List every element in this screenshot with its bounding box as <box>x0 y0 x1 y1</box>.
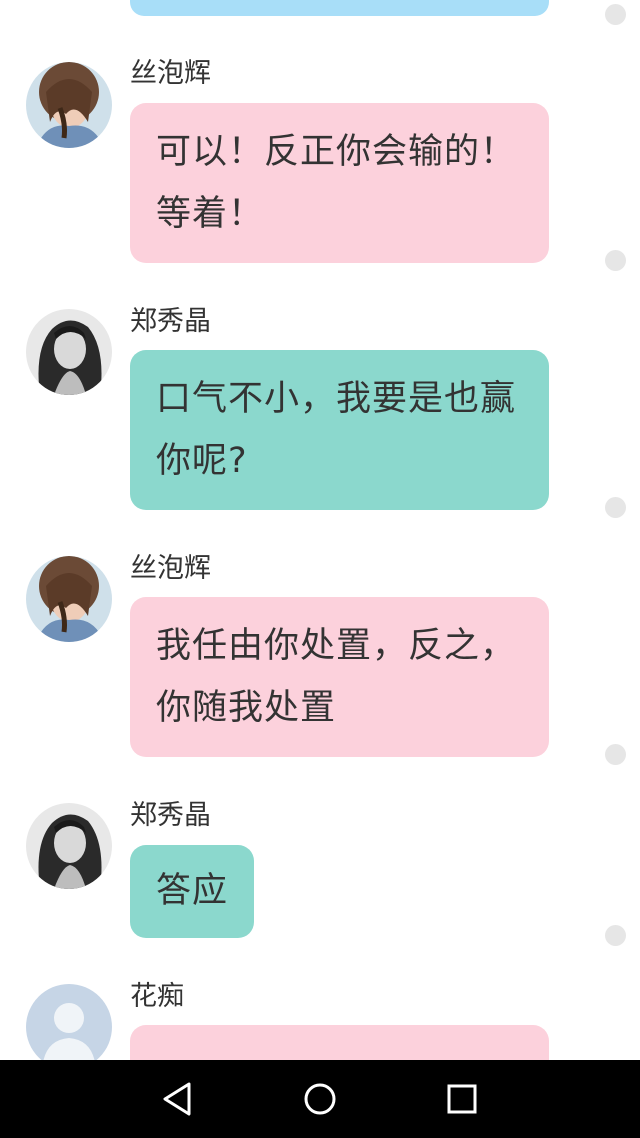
recents-icon[interactable] <box>441 1078 483 1120</box>
default-person-icon <box>26 984 112 1060</box>
avatar[interactable] <box>26 556 112 642</box>
message-list[interactable]: 丝泡辉 可以！反正你会输的！等着！ 郑秀晶 口气不小，我要是也赢你呢? 丝泡辉 … <box>0 0 640 1060</box>
sender-name: 郑秀晶 <box>130 306 211 337</box>
navigation-bar <box>0 1060 640 1138</box>
read-status-dot <box>605 497 626 518</box>
read-status-dot <box>605 250 626 271</box>
message-bubble[interactable]: 答应 <box>130 845 255 938</box>
message-bubble[interactable]: 我任由你处置，反之，你随我处置 <box>130 597 549 757</box>
sender-name: 花痴 <box>130 981 184 1012</box>
avatar[interactable] <box>26 309 112 395</box>
message-bubble[interactable]: 可以！反正你会输的！等着！ <box>130 103 549 263</box>
message-bubble-partial[interactable] <box>130 0 549 16</box>
message-bubble[interactable]: 口气不小，我要是也赢你呢? <box>130 350 549 510</box>
message-bubble[interactable] <box>130 1025 549 1060</box>
sender-name: 丝泡辉 <box>130 58 211 89</box>
avatar[interactable] <box>26 62 112 148</box>
sender-name: 郑秀晶 <box>130 800 211 831</box>
read-status-dot <box>605 4 626 25</box>
sender-name: 丝泡辉 <box>130 553 211 584</box>
back-icon[interactable] <box>157 1078 199 1120</box>
avatar[interactable] <box>26 803 112 889</box>
home-icon[interactable] <box>299 1078 341 1120</box>
read-status-dot <box>605 744 626 765</box>
read-status-dot <box>605 925 626 946</box>
avatar[interactable] <box>26 984 112 1060</box>
chat-screen: 丝泡辉 可以！反正你会输的！等着！ 郑秀晶 口气不小，我要是也赢你呢? 丝泡辉 … <box>0 0 640 1138</box>
